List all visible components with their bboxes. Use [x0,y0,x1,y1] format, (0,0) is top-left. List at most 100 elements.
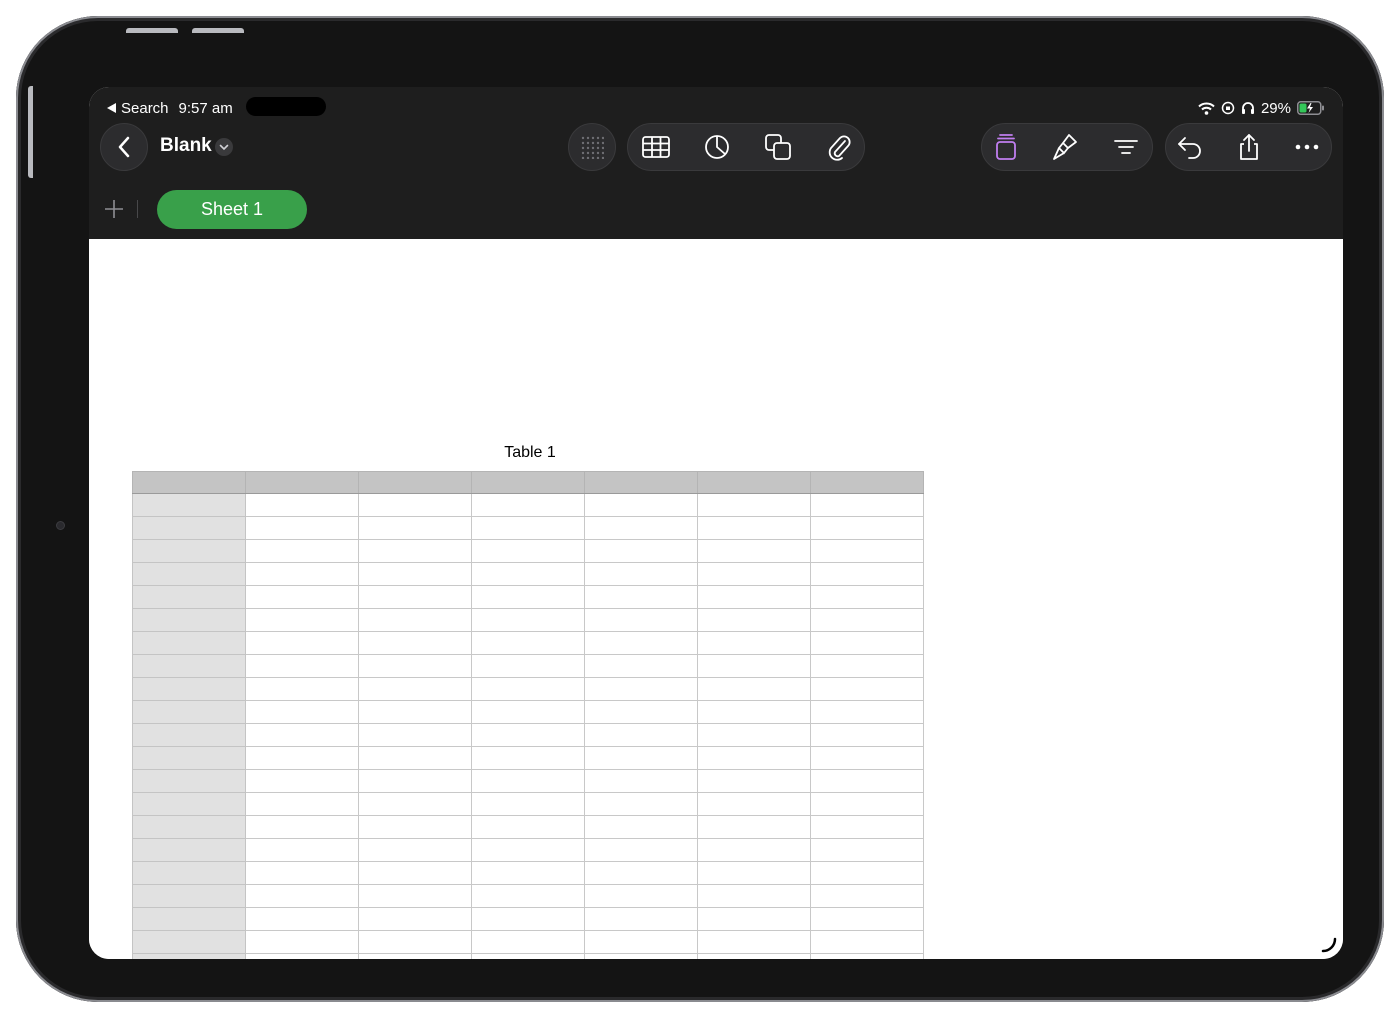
table-cell[interactable] [584,838,698,862]
insert-shape-button[interactable] [764,133,792,161]
table-cell[interactable] [584,815,698,839]
table-cell[interactable] [471,700,585,724]
table-cell[interactable] [584,654,698,678]
table-cell[interactable] [245,838,359,862]
table-cell[interactable] [810,907,924,931]
row-header-cell[interactable] [132,723,246,747]
table-cell[interactable] [810,723,924,747]
header-cell[interactable] [697,471,811,494]
table-cell[interactable] [245,884,359,908]
insert-media-button[interactable] [825,133,853,161]
table-cell[interactable] [697,516,811,540]
corner-cell[interactable] [132,471,246,494]
table-cell[interactable] [810,746,924,770]
table-cell[interactable] [358,677,472,701]
table-cell[interactable] [245,907,359,931]
row-header-cell[interactable] [132,953,246,959]
table-cell[interactable] [358,769,472,793]
row-header-cell[interactable] [132,539,246,563]
table-cell[interactable] [584,907,698,931]
spreadsheet-table[interactable] [132,471,924,959]
table-cell[interactable] [245,585,359,609]
insert-table-button[interactable] [642,133,670,161]
table-cell[interactable] [810,815,924,839]
undo-button[interactable] [1176,133,1204,161]
resize-handle-icon[interactable] [1321,937,1337,953]
row-header-cell[interactable] [132,769,246,793]
table-cell[interactable] [358,608,472,632]
row-header-cell[interactable] [132,838,246,862]
table-cell[interactable] [697,838,811,862]
table-cell[interactable] [471,838,585,862]
header-cell[interactable] [245,471,359,494]
tab-sheet-1[interactable]: Sheet 1 [157,190,307,229]
table-cell[interactable] [810,792,924,816]
table-cell[interactable] [471,631,585,655]
table-cell[interactable] [471,723,585,747]
table-cell[interactable] [584,723,698,747]
table-cell[interactable] [810,562,924,586]
table-cell[interactable] [584,608,698,632]
table-cell[interactable] [584,746,698,770]
row-header-cell[interactable] [132,608,246,632]
table-cell[interactable] [810,838,924,862]
header-cell[interactable] [584,471,698,494]
table-cell[interactable] [471,539,585,563]
table-cell[interactable] [697,677,811,701]
row-header-cell[interactable] [132,884,246,908]
table-cell[interactable] [245,562,359,586]
table-cell[interactable] [810,930,924,954]
row-header-cell[interactable] [132,700,246,724]
header-cell[interactable] [358,471,472,494]
table-cell[interactable] [471,930,585,954]
table-cell[interactable] [584,677,698,701]
table-cell[interactable] [471,792,585,816]
table-cell[interactable] [471,815,585,839]
table-cell[interactable] [697,769,811,793]
back-button[interactable] [100,123,148,171]
table-cell[interactable] [358,723,472,747]
table-cell[interactable] [358,907,472,931]
table-cell[interactable] [358,493,472,517]
table-cell[interactable] [358,861,472,885]
table-cell[interactable] [471,608,585,632]
table-cell[interactable] [584,930,698,954]
row-header-cell[interactable] [132,746,246,770]
organize-button[interactable] [1112,133,1140,161]
row-header-cell[interactable] [132,792,246,816]
row-header-cell[interactable] [132,631,246,655]
row-header-cell[interactable] [132,654,246,678]
row-header-cell[interactable] [132,493,246,517]
table-cell[interactable] [245,930,359,954]
table-cell[interactable] [697,539,811,563]
table-cell[interactable] [810,585,924,609]
row-header-cell[interactable] [132,585,246,609]
table-cell[interactable] [584,539,698,563]
table-cell[interactable] [245,516,359,540]
table-cell[interactable] [358,792,472,816]
table-cell[interactable] [245,539,359,563]
table-cell[interactable] [584,493,698,517]
row-header-cell[interactable] [132,516,246,540]
row-header-cell[interactable] [132,930,246,954]
table-cell[interactable] [697,562,811,586]
table-cell[interactable] [697,723,811,747]
table-cell[interactable] [471,654,585,678]
row-header-cell[interactable] [132,677,246,701]
table-cell[interactable] [358,746,472,770]
table-cell[interactable] [584,585,698,609]
table-cell[interactable] [810,493,924,517]
table-cell[interactable] [245,723,359,747]
title-menu-button[interactable] [215,138,233,156]
table-cell[interactable] [358,930,472,954]
sheet-canvas[interactable]: Table 1 [89,239,1343,959]
table-cell[interactable] [245,861,359,885]
table-cell[interactable] [810,769,924,793]
table-cell[interactable] [471,884,585,908]
more-button[interactable] [1293,133,1321,161]
table-cell[interactable] [471,769,585,793]
table-cell[interactable] [358,700,472,724]
table-cell[interactable] [697,631,811,655]
table-cell[interactable] [358,815,472,839]
table-cell[interactable] [697,884,811,908]
